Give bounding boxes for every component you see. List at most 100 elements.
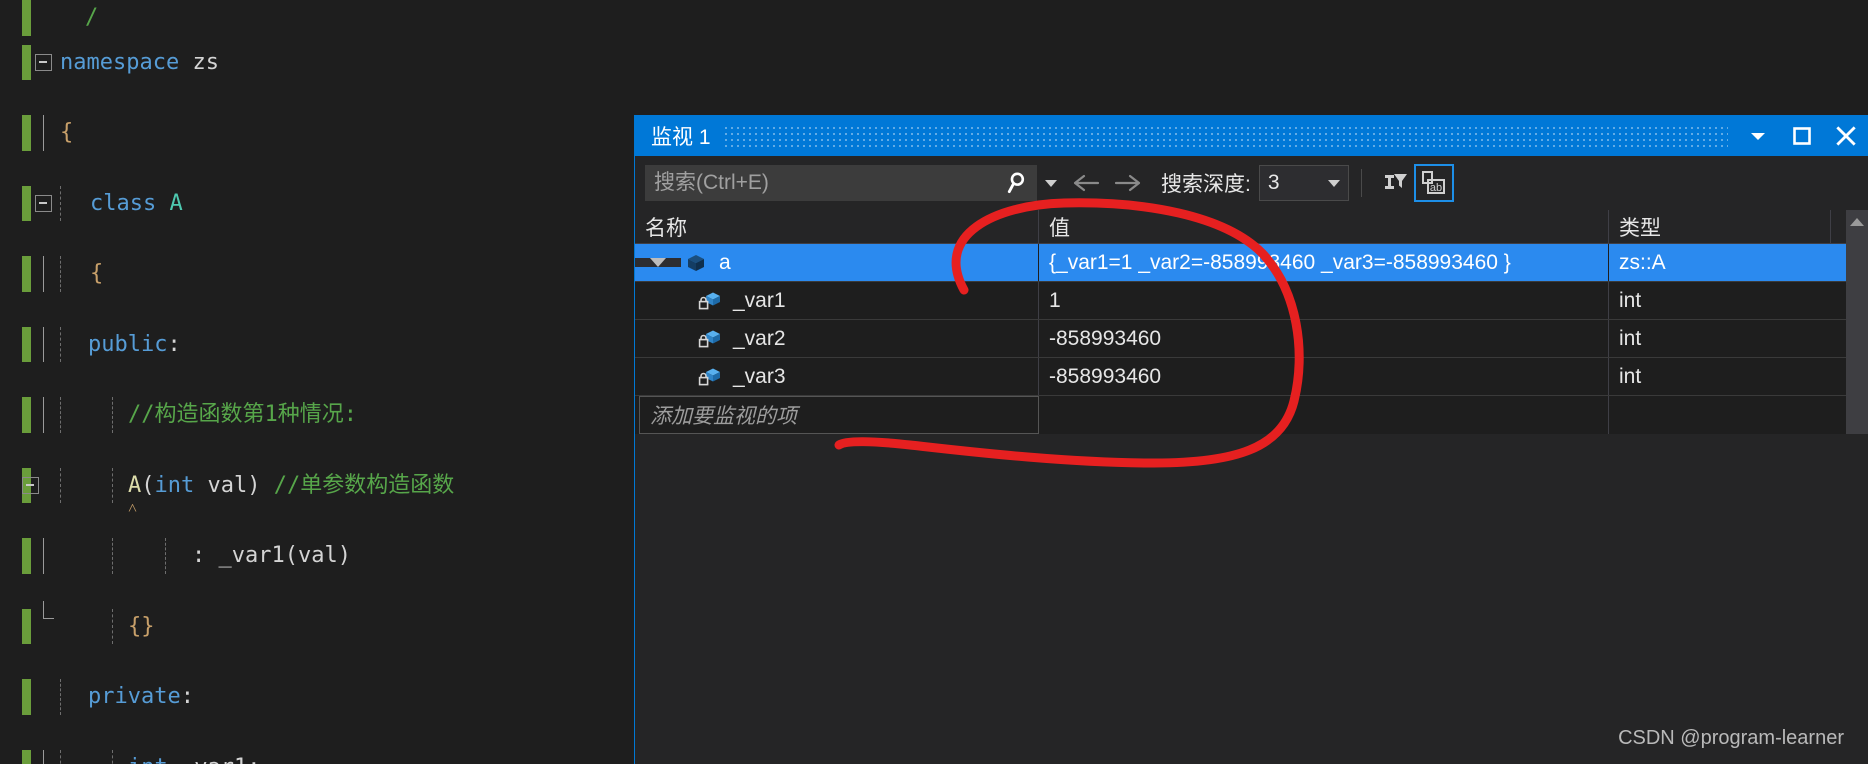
table-row[interactable]: _var3 -858993460 int <box>635 358 1868 396</box>
code-editor[interactable]: / namespace zs { class A {public: //构造函… <box>0 0 634 764</box>
change-bar <box>22 256 31 292</box>
chevron-down-icon[interactable] <box>1736 115 1780 156</box>
private-field-icon <box>695 365 725 389</box>
code-text: : _var1(val) <box>192 543 351 568</box>
code-line: { <box>0 115 634 151</box>
table-row[interactable]: a {_var1=1 _var2=-858993460 _var3=-85899… <box>635 244 1868 282</box>
ab-variable-icon[interactable]: ab <box>1413 164 1454 202</box>
code-text: namespace zs <box>60 49 219 75</box>
indent-guide <box>165 538 166 574</box>
code-line-init: : _var1(val) <box>0 538 634 574</box>
code-text: public: <box>88 331 181 357</box>
row-name: _var3 <box>733 364 786 388</box>
indent-guide <box>60 185 61 221</box>
code-line-namespace: namespace zs <box>0 44 634 80</box>
scroll-up-icon[interactable] <box>1846 210 1868 234</box>
column-header-type[interactable]: 类型 <box>1609 210 1831 243</box>
row-value[interactable]: -858993460 <box>1039 320 1609 357</box>
indent-guide <box>60 256 61 292</box>
add-watch-row[interactable]: 添加要监视的项 <box>635 396 1868 434</box>
row-name: a <box>719 250 731 274</box>
code-line: {} <box>0 600 634 644</box>
add-watch-input[interactable]: 添加要监视的项 <box>639 396 1039 434</box>
row-type: int <box>1619 288 1642 312</box>
code-line-comment: //构造函数第1种情况: <box>0 397 634 433</box>
indent-guide <box>43 600 54 619</box>
fold-toggle-icon[interactable] <box>35 194 52 212</box>
change-bar <box>22 538 31 574</box>
indent-guide <box>60 679 61 715</box>
add-watch-value-cell <box>1039 396 1609 434</box>
code-line: / <box>0 0 634 36</box>
vertical-scrollbar[interactable] <box>1846 210 1868 434</box>
add-watch-type-cell <box>1609 396 1831 434</box>
indent-guide <box>60 326 61 362</box>
code-line-ctor: A(int val) //单参数构造函数 ˄ <box>0 467 634 517</box>
object-box-icon <box>681 251 711 275</box>
watch-toolbar[interactable]: 搜索深度: 3 ab <box>635 156 1868 210</box>
toolbar-separator <box>1360 169 1362 197</box>
screenshot-root: / namespace zs { class A {public: //构造函… <box>0 0 1868 764</box>
indent-guide <box>43 115 44 151</box>
table-row[interactable]: _var2 -858993460 int <box>635 320 1868 358</box>
change-bar <box>22 0 31 36</box>
search-next-button[interactable] <box>1107 165 1149 201</box>
private-field-icon <box>695 327 725 351</box>
change-bar <box>22 608 31 644</box>
code-text: //构造函数第1种情况: <box>128 402 357 427</box>
indent-guide <box>43 749 44 764</box>
code-text: / <box>85 5 99 30</box>
watch-title-bar[interactable]: 监视 1 <box>635 115 1868 156</box>
indent-guide <box>112 538 113 574</box>
indent-guide <box>43 256 44 292</box>
fold-toggle-icon[interactable] <box>22 476 39 494</box>
row-type: int <box>1619 364 1642 388</box>
search-icon[interactable] <box>1002 170 1036 196</box>
code-text: {} <box>128 613 155 639</box>
title-drag-handle[interactable] <box>724 124 1728 147</box>
column-header-name[interactable]: 名称 <box>635 210 1039 243</box>
change-bar <box>22 679 31 715</box>
search-options-chevron-down-icon[interactable] <box>1037 179 1065 187</box>
watch-title-text: 监视 1 <box>651 125 711 149</box>
search-previous-button[interactable] <box>1065 165 1107 201</box>
code-text: int _var1; <box>128 750 260 764</box>
column-header-value[interactable]: 值 <box>1039 210 1609 243</box>
table-row[interactable]: _var1 1 int <box>635 282 1868 320</box>
maximize-icon[interactable] <box>1780 115 1824 156</box>
expand-collapse-icon[interactable] <box>635 258 681 267</box>
change-bar <box>22 326 31 362</box>
code-line-private: private: <box>0 679 634 715</box>
fold-toggle-icon[interactable] <box>35 53 52 71</box>
indent-guide <box>43 538 44 574</box>
search-input[interactable] <box>646 170 1002 196</box>
watch-tool-window[interactable]: 监视 1 搜索(Ctrl+E) 搜索深度: 3 ab 名称 值 类型 a {_v… <box>634 115 1868 764</box>
change-bar <box>22 397 31 433</box>
row-value[interactable]: 1 <box>1039 282 1609 319</box>
row-name: _var1 <box>733 288 786 312</box>
pin-filter-icon[interactable] <box>1374 164 1414 202</box>
code-line-public: public: <box>0 326 634 362</box>
search-depth-label: 搜索深度: <box>1161 173 1251 196</box>
chevron-down-icon[interactable] <box>1327 179 1340 187</box>
row-name: _var2 <box>733 326 786 350</box>
indent-guide <box>112 467 113 503</box>
svg-text:ab: ab <box>1430 182 1442 194</box>
code-text: private: <box>88 684 194 709</box>
grid-header-row: 名称 值 类型 <box>635 210 1868 244</box>
search-depth-combo[interactable]: 3 <box>1258 165 1349 201</box>
watch-grid[interactable]: 名称 值 类型 a {_var1=1 _var2=-858993460 _var… <box>635 210 1868 434</box>
change-bar <box>22 185 31 221</box>
indent-guide <box>112 608 113 644</box>
close-icon[interactable] <box>1824 115 1868 156</box>
change-bar <box>22 44 31 80</box>
indent-guide <box>60 749 61 764</box>
code-line: { <box>0 256 634 292</box>
indent-guide <box>43 326 44 362</box>
row-value[interactable]: {_var1=1 _var2=-858993460 _var3=-8589934… <box>1039 244 1609 281</box>
search-box[interactable] <box>645 165 1037 201</box>
code-line-class: class A <box>0 185 634 221</box>
row-value[interactable]: -858993460 <box>1039 358 1609 395</box>
code-text: { <box>90 261 104 286</box>
private-field-icon <box>695 289 725 313</box>
